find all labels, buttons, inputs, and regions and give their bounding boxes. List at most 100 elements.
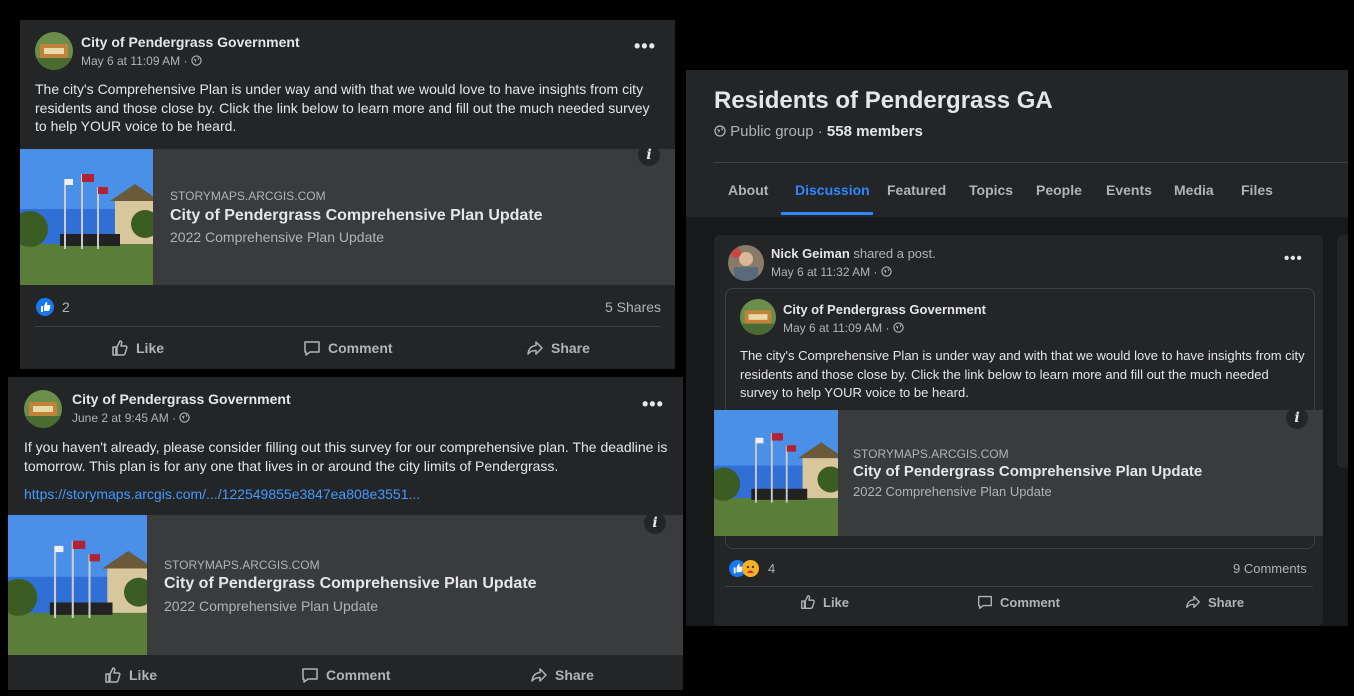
share-button[interactable]: Share [529,665,594,685]
comment-button[interactable]: Comment [302,338,393,358]
info-icon[interactable]: i [1286,407,1308,429]
globe-icon [893,322,904,333]
globe-icon [714,125,726,137]
like-label: Like [136,340,165,356]
tab-topics[interactable]: Topics [969,182,1013,198]
tab-discussion[interactable]: Discussion [795,182,870,198]
more-icon[interactable]: ••• [642,394,664,415]
post-text: If you haven't already, please consider … [24,439,668,474]
link-title[interactable]: City of Pendergrass Comprehensive Plan U… [164,575,537,593]
avatar[interactable] [24,390,62,428]
group-panel: Residents of Pendergrass GA Public group… [686,70,1348,626]
comment-count[interactable]: 9 Comments [1233,561,1307,576]
post-url[interactable]: https://storymaps.arcgis.com/.../1225498… [24,486,420,502]
like-reaction-icon[interactable] [36,298,54,316]
share-verb: shared a post. [849,246,936,261]
share-icon [1186,595,1200,609]
link-thumbnail [8,515,147,655]
like-icon [112,340,128,356]
like-label: Like [129,667,158,683]
avatar[interactable] [35,32,73,70]
post-meta: May 6 at 11:32 AM · [771,265,892,279]
post-text: The city's Comprehensive Plan is under w… [740,348,1305,400]
share-header: Nick Geiman shared a post. [771,246,936,261]
link-subtitle: 2022 Comprehensive Plan Update [170,229,385,245]
comment-icon [302,668,318,683]
shared-post: Nick Geiman shared a post. May 6 at 11:3… [714,235,1323,626]
timestamp[interactable]: June 2 at 9:45 AM · [72,411,176,425]
reaction-count[interactable]: 2 [62,299,70,315]
share-button[interactable]: Share [525,338,590,358]
post-meta: May 6 at 11:09 AM · [783,321,904,335]
post-meta: May 6 at 11:09 AM · [81,54,202,68]
comment-button[interactable]: Comment [976,593,1060,611]
group-title[interactable]: Residents of Pendergrass GA [714,87,1053,115]
more-icon[interactable]: ••• [634,36,656,57]
comment-icon [978,595,992,609]
link-domain: STORYMAPS.ARCGIS.COM [170,189,326,203]
sharer-name[interactable]: Nick Geiman [771,246,850,261]
globe-icon [191,55,202,66]
like-button[interactable]: Like [799,593,849,611]
link-domain: STORYMAPS.ARCGIS.COM [164,558,320,572]
share-button[interactable]: Share [1184,593,1244,611]
divider [714,162,1348,163]
post-1: City of Pendergrass Government May 6 at … [20,20,675,369]
share-count[interactable]: 5 Shares [605,299,661,315]
divider [35,326,660,327]
link-preview[interactable]: STORYMAPS.ARCGIS.COM City of Pendergrass… [20,144,675,285]
share-label: Share [551,340,590,356]
tab-people[interactable]: People [1036,182,1082,198]
comment-button[interactable]: Comment [300,665,391,685]
comment-label: Comment [1000,594,1060,610]
side-card [1337,235,1348,468]
author-name[interactable]: City of Pendergrass Government [72,391,291,407]
author-name[interactable]: City of Pendergrass Government [81,34,300,50]
like-icon [801,595,815,609]
like-icon [105,667,121,683]
link-thumbnail [20,149,153,285]
divider [725,586,1313,587]
tab-about[interactable]: About [728,182,768,198]
link-subtitle: 2022 Comprehensive Plan Update [853,484,1052,499]
post-2: City of Pendergrass Government June 2 at… [8,377,683,690]
group-privacy: Public group · [730,123,827,140]
link-preview[interactable]: STORYMAPS.ARCGIS.COM City of Pendergrass… [714,407,1323,536]
link-preview[interactable]: STORYMAPS.ARCGIS.COM City of Pendergrass… [8,512,683,655]
link-title[interactable]: City of Pendergrass Comprehensive Plan U… [170,207,543,225]
timestamp[interactable]: May 6 at 11:09 AM · [81,54,188,68]
link-title[interactable]: City of Pendergrass Comprehensive Plan U… [853,463,1202,480]
sharer-avatar[interactable] [728,245,764,281]
reaction-icons[interactable] [729,560,763,578]
comment-icon [304,341,320,356]
info-icon[interactable]: i [638,144,660,166]
member-count[interactable]: 558 members [827,123,923,140]
author-name[interactable]: City of Pendergrass Government [783,302,986,317]
tab-featured[interactable]: Featured [887,182,946,198]
tab-events[interactable]: Events [1106,182,1152,198]
group-header: Residents of Pendergrass GA Public group… [686,70,1348,217]
globe-icon [881,266,892,277]
like-button[interactable]: Like [110,338,164,358]
comment-label: Comment [328,340,393,356]
post-meta: June 2 at 9:45 AM · [72,411,191,425]
like-button[interactable]: Like [103,665,157,685]
share-icon [527,341,543,355]
globe-icon [179,412,191,423]
link-domain: STORYMAPS.ARCGIS.COM [853,447,1009,461]
share-icon [531,668,547,682]
reaction-count[interactable]: 4 [768,561,775,576]
timestamp[interactable]: May 6 at 11:32 AM · [771,265,878,279]
care-reaction-icon [742,560,759,577]
more-icon[interactable]: ••• [1284,250,1303,267]
group-info: Public group · 558 members [714,123,923,140]
active-tab-indicator [781,212,873,215]
tab-files[interactable]: Files [1241,182,1273,198]
tab-media[interactable]: Media [1174,182,1214,198]
share-label: Share [1208,594,1245,610]
timestamp[interactable]: May 6 at 11:09 AM · [783,321,890,335]
avatar[interactable] [740,299,776,335]
link-thumbnail [714,410,838,536]
like-label: Like [823,594,850,610]
info-icon[interactable]: i [644,512,666,534]
